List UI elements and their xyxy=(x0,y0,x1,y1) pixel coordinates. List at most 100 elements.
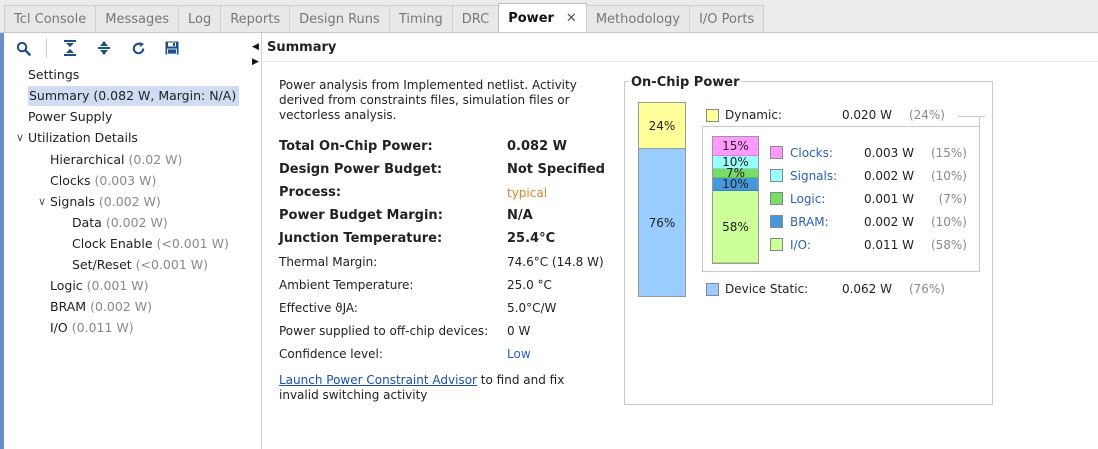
summary-row-thermal-margin: Thermal Margin: 74.6°C (14.8 W) xyxy=(279,251,619,273)
static-bar-segment: 76% xyxy=(639,149,685,296)
tree-item-value: (0.02 W) xyxy=(128,152,183,167)
tree-item-summary[interactable]: Summary (0.082 W, Margin: N/A) xyxy=(28,86,240,106)
tree-item-value: (0.002 W) xyxy=(105,215,168,230)
tab-io-ports[interactable]: I/O Ports xyxy=(689,5,765,32)
tab-messages[interactable]: Messages xyxy=(95,5,179,32)
row-key: Effective ϑJA: xyxy=(279,301,358,315)
tab-reports[interactable]: Reports xyxy=(220,5,291,32)
summary-description: Power analysis from Implemented netlist.… xyxy=(279,78,577,122)
logic-link[interactable]: Logic: xyxy=(790,191,825,207)
tab-label: DRC xyxy=(461,11,490,27)
save-button[interactable] xyxy=(161,37,183,59)
row-value: Not Specified xyxy=(507,162,605,177)
logic-pct: (7%) xyxy=(938,192,967,206)
tree-item-hierarchical[interactable]: Hierarchical (0.02 W) xyxy=(50,150,182,170)
tab-label: Log xyxy=(187,11,212,27)
tree-item-utilization-details[interactable]: Utilization Details xyxy=(28,128,138,148)
device-static-value: 0.062 W xyxy=(841,282,892,296)
refresh-button[interactable] xyxy=(127,37,149,59)
tab-design-runs[interactable]: Design Runs xyxy=(289,5,390,32)
tab-log[interactable]: Log xyxy=(177,5,222,32)
clocks-label: Clocks xyxy=(790,146,829,160)
summary-row-effective-theta-ja: Effective ϑJA: 5.0°C/W xyxy=(279,297,619,319)
tree-item-label: Summary (0.082 W, Margin: N/A) xyxy=(29,88,237,103)
report-tree-pane: Settings Summary (0.082 W, Margin: N/A) … xyxy=(4,33,262,449)
close-icon[interactable]: ✕ xyxy=(566,11,577,26)
tab-tcl-console[interactable]: Tcl Console xyxy=(4,5,97,32)
on-chip-power-title: On-Chip Power xyxy=(629,75,742,90)
tree-item-clocks[interactable]: Clocks (0.003 W) xyxy=(50,171,156,191)
toolbar-divider xyxy=(46,38,47,58)
tree-toolbar xyxy=(4,33,261,63)
io-link[interactable]: I/O: xyxy=(790,237,811,253)
row-key: Power Budget Margin: xyxy=(279,208,443,223)
dynamic-pct: (24%) xyxy=(908,108,945,122)
launch-power-constraint-advisor-link[interactable]: Launch Power Constraint Advisor xyxy=(279,373,477,387)
signals-link[interactable]: Signals: xyxy=(790,168,837,184)
io-label: I/O xyxy=(790,238,807,252)
tab-methodology[interactable]: Methodology xyxy=(585,5,691,32)
clocks-pct: (15%) xyxy=(930,146,967,160)
row-key: Ambient Temperature: xyxy=(279,278,414,292)
collapse-left-icon[interactable]: ◀ xyxy=(252,42,262,53)
summary-row-confidence: Confidence level: Low xyxy=(279,343,619,365)
dynamic-value: 0.020 W xyxy=(841,108,892,122)
io-swatch xyxy=(770,238,783,251)
tree-item-label: Clock Enable xyxy=(72,236,153,251)
tab-timing[interactable]: Timing xyxy=(388,5,453,32)
row-key: Thermal Margin: xyxy=(279,255,378,269)
device-static-swatch xyxy=(706,283,719,296)
chevron-down-icon[interactable]: ∨ xyxy=(36,192,48,212)
logic-label: Logic xyxy=(790,192,822,206)
tree-item-value: (0.002 W) xyxy=(98,194,161,209)
save-icon xyxy=(165,41,179,55)
expand-right-icon[interactable]: ▶ xyxy=(252,57,262,68)
header-divider xyxy=(262,61,1098,62)
confidence-level-link[interactable]: Low xyxy=(507,343,531,365)
tab-label: Messages xyxy=(105,11,169,27)
tree-item-set-reset[interactable]: Set/Reset (<0.001 W) xyxy=(72,255,208,275)
bram-label: BRAM xyxy=(790,215,825,229)
tab-power[interactable]: Power ✕ xyxy=(498,3,587,32)
tree-item-power-supply[interactable]: Power Supply xyxy=(28,107,112,127)
logic-value: 0.001 W xyxy=(863,192,914,206)
tree-item-label: Power Supply xyxy=(28,109,113,124)
clocks-link[interactable]: Clocks: xyxy=(790,145,833,161)
chevron-down-icon[interactable]: ∨ xyxy=(14,128,26,148)
splitter-arrows[interactable]: ◀ ▶ xyxy=(252,42,262,68)
tab-drc[interactable]: DRC xyxy=(451,5,500,32)
tab-label: Methodology xyxy=(595,11,681,27)
tree-item-data[interactable]: Data (0.002 W) xyxy=(72,213,168,233)
tab-label: Power xyxy=(508,10,554,26)
refresh-icon xyxy=(132,41,144,54)
collapse-all-button[interactable] xyxy=(59,37,81,59)
row-key: Total On-Chip Power: xyxy=(279,139,433,154)
tree-item-clock-enable[interactable]: Clock Enable (<0.001 W) xyxy=(72,234,229,254)
bram-value: 0.002 W xyxy=(863,215,914,229)
tree-item-label: Set/Reset xyxy=(72,257,132,272)
page-title: Summary xyxy=(267,40,337,55)
tree-item-logic[interactable]: Logic (0.001 W) xyxy=(50,276,149,296)
bram-link[interactable]: BRAM: xyxy=(790,214,829,230)
expand-all-button[interactable] xyxy=(93,37,115,59)
tab-label: Reports xyxy=(230,11,281,27)
bar-segment-label: 58% xyxy=(722,219,749,234)
tab-label: Timing xyxy=(398,11,443,27)
signals-label: Signals xyxy=(790,169,834,183)
dynamic-bar-label: 24% xyxy=(648,118,676,133)
dynamic-bracket xyxy=(979,116,980,126)
tree-item-io[interactable]: I/O (0.011 W) xyxy=(50,318,134,338)
row-key: Design Power Budget: xyxy=(279,162,443,177)
tree-item-label: Settings xyxy=(28,67,80,82)
tree-item-label: Logic xyxy=(50,278,83,293)
process-value: typical xyxy=(507,186,548,200)
row-value: 74.6°C (14.8 W) xyxy=(507,255,604,269)
tree-item-settings[interactable]: Settings xyxy=(28,65,79,85)
search-button[interactable] xyxy=(12,37,34,59)
dynamic-bracket xyxy=(958,116,985,117)
signals-pct: (10%) xyxy=(930,169,967,183)
tree-item-signals[interactable]: Signals (0.002 W) xyxy=(50,192,161,212)
tree-item-value: (0.011 W) xyxy=(71,320,134,335)
tree-item-value: (0.003 W) xyxy=(94,173,157,188)
tree-item-bram[interactable]: BRAM (0.002 W) xyxy=(50,297,152,317)
